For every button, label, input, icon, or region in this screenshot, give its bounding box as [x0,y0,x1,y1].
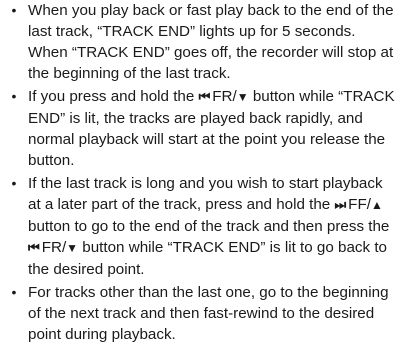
bullet-icon: • [11,88,17,104]
bullet-text: If the last track is long and you wish t… [28,175,383,213]
bullet-item: • When you play back or fast play back to… [0,0,400,84]
bullet-text: button while “TRACK END” is lit to go ba… [28,239,387,278]
bullet-text: For tracks other than the last one, go t… [28,284,389,343]
down-triangle-icon: ▼ [236,90,249,104]
bullet-text: When you play back or fast play back to … [28,2,394,82]
bullet-text: button to go to the end of the track and… [28,218,390,235]
fast-forward-icon: ⏭ [334,197,346,212]
down-triangle-icon: ▼ [66,241,79,255]
bullet-text: If you press and hold the [28,88,199,105]
bullet-icon: • [11,2,17,18]
bullet-list: • When you play back or fast play back to… [0,0,400,345]
bullet-icon: • [11,284,17,300]
bullet-item: • If you press and hold the ⏮ FR/▼ button … [0,86,400,171]
bullet-icon: • [11,175,17,191]
rewind-icon: ⏮ [28,240,40,255]
bullet-item: • For tracks other than the last one, go … [0,282,400,345]
bullet-text: FR/ [212,88,237,105]
up-triangle-icon: ▲ [370,198,383,212]
rewind-icon: ⏮ [198,89,211,104]
bullet-item: • If the last track is long and you wish … [0,173,400,280]
bullet-text: FR/ [41,239,67,256]
bullet-text: FF/ [348,196,371,213]
